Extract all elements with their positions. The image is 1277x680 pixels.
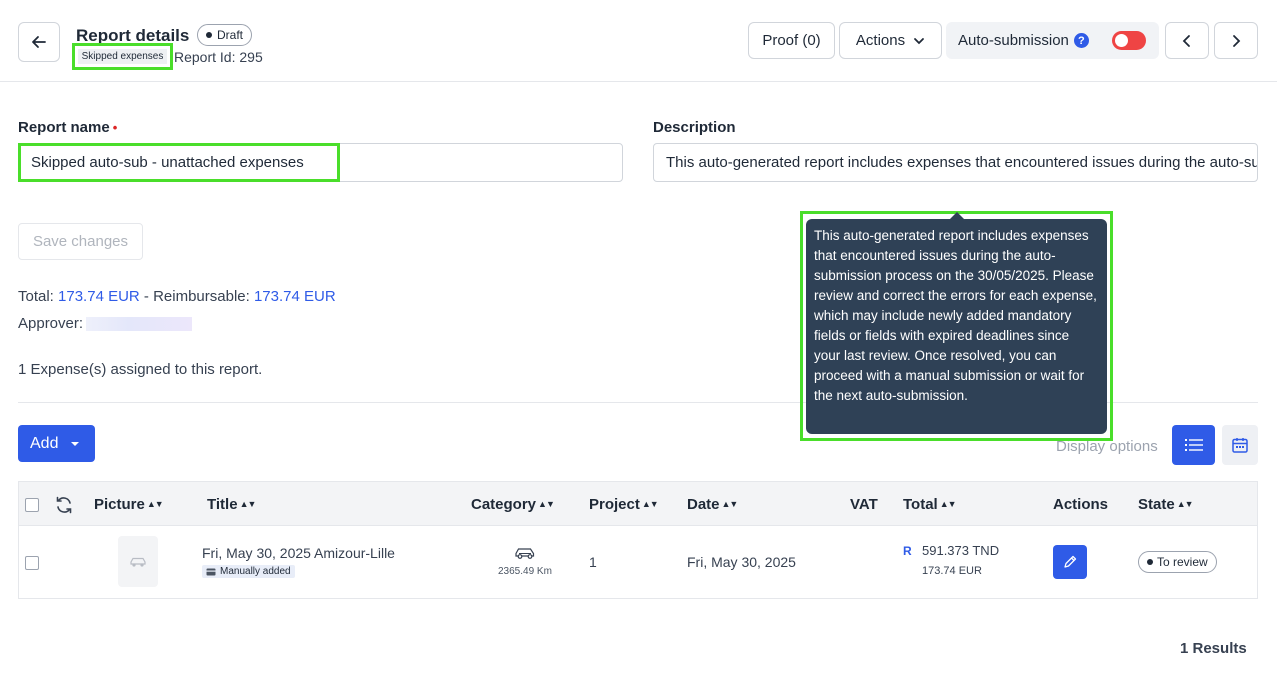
skipped-expenses-label: Skipped expenses <box>77 49 168 64</box>
distance-value: 2365.49 Km <box>498 566 552 577</box>
column-date-label: Date <box>687 496 720 513</box>
sort-icon: ▲▼ <box>538 499 555 509</box>
back-button[interactable] <box>18 22 60 62</box>
reimbursable-marker: R <box>903 544 912 558</box>
select-all-checkbox[interactable] <box>25 498 39 512</box>
manually-added-label: Manually added <box>220 566 291 577</box>
description-tooltip: This auto-generated report includes expe… <box>806 219 1107 434</box>
approver-label: Approver: <box>18 315 84 332</box>
project-value: 1 <box>589 554 597 570</box>
sort-icon: ▲▼ <box>146 499 164 509</box>
calendar-icon <box>1232 438 1248 453</box>
approver-line: Approver: <box>18 315 193 332</box>
report-id: Report Id: 295 <box>174 49 263 65</box>
edit-expense-button[interactable] <box>1053 545 1087 579</box>
save-changes-button[interactable]: Save changes <box>18 223 143 260</box>
column-state-label: State <box>1138 496 1175 513</box>
column-project[interactable]: Project ▲▼ <box>589 496 659 513</box>
column-picture-label: Picture <box>94 496 145 513</box>
results-count: 1 Results <box>1180 640 1247 657</box>
total-label: Total: <box>18 288 59 305</box>
manually-added-badge: Manually added <box>202 565 295 578</box>
reimbursable-label: - Reimbursable: <box>139 288 254 305</box>
report-name-label: Report name • <box>18 119 117 136</box>
sort-icon: ▲▼ <box>239 499 257 509</box>
state-dot-icon <box>1147 559 1153 565</box>
totals-line: Total: 173.74 EUR - Reimbursable: 173.74… <box>18 288 336 305</box>
report-name-label-text: Report name <box>18 119 110 136</box>
required-marker: • <box>112 120 118 135</box>
list-icon <box>1184 439 1203 451</box>
caret-down-icon <box>71 441 80 446</box>
arrow-left-icon <box>32 36 46 48</box>
column-category[interactable]: Category ▲▼ <box>471 496 555 513</box>
previous-report-button[interactable] <box>1165 22 1209 59</box>
reimbursable-value: 173.74 EUR <box>253 288 336 305</box>
auto-submission-label: Auto-submission <box>958 32 1069 49</box>
table-row[interactable]: Fri, May 30, 2025 Amizour-Lille Manually… <box>18 526 1258 599</box>
chevron-down-icon <box>914 37 924 44</box>
expense-picture[interactable] <box>118 536 158 587</box>
sort-icon: ▲▼ <box>1176 499 1194 509</box>
tooltip-arrow <box>950 212 964 219</box>
chevron-right-icon <box>1233 34 1241 47</box>
row-checkbox[interactable] <box>25 556 39 570</box>
sort-icon: ▲▼ <box>641 499 659 509</box>
column-title-label: Title <box>207 496 238 513</box>
total-value: 173.74 EUR <box>58 288 140 305</box>
column-total-label: Total <box>903 496 938 513</box>
date-value: Fri, May 30, 2025 <box>687 554 796 570</box>
toggle-knob <box>1115 34 1128 47</box>
next-report-button[interactable] <box>1214 22 1258 59</box>
column-vat: VAT <box>850 496 878 513</box>
column-category-label: Category <box>471 496 537 513</box>
add-expense-button[interactable]: Add <box>18 425 95 462</box>
state-label: To review <box>1157 555 1208 569</box>
status-label: Draft <box>217 28 244 42</box>
description-input[interactable]: This auto-generated report includes expe… <box>653 143 1258 182</box>
proof-button[interactable]: Proof (0) <box>748 22 835 59</box>
help-icon[interactable]: ? <box>1073 33 1089 48</box>
column-title[interactable]: Title ▲▼ <box>207 496 257 513</box>
car-placeholder-icon <box>130 557 146 567</box>
refresh-icon[interactable] <box>54 495 74 515</box>
status-dot-icon <box>206 32 212 38</box>
auto-submission-toggle[interactable] <box>1112 31 1146 50</box>
column-picture[interactable]: Picture ▲▼ <box>94 496 164 513</box>
assigned-expenses-count: 1 Expense(s) assigned to this report. <box>18 361 263 378</box>
car-icon <box>515 548 535 559</box>
column-total[interactable]: Total ▲▼ <box>903 496 957 513</box>
pencil-icon <box>1064 555 1077 568</box>
chevron-left-icon <box>1182 34 1190 47</box>
table-header: Picture ▲▼ Title ▲▼ Category ▲▼ Project ▲▼ D… <box>18 481 1258 526</box>
report-name-input[interactable]: Skipped auto-sub - unattached expenses <box>18 143 623 182</box>
calendar-view-button[interactable] <box>1222 425 1258 465</box>
total-primary: 591.373 TND <box>922 543 1000 558</box>
column-state[interactable]: State ▲▼ <box>1138 496 1194 513</box>
add-label: Add <box>30 434 59 452</box>
report-header: Report details Draft Skipped expenses Re… <box>0 0 1277 82</box>
total-secondary: 173.74 EUR <box>922 565 982 577</box>
approver-name-redacted <box>86 316 193 331</box>
description-label: Description <box>653 119 736 136</box>
sort-icon: ▲▼ <box>939 499 957 509</box>
actions-dropdown-button[interactable]: Actions <box>839 22 942 59</box>
sort-icon: ▲▼ <box>721 499 739 509</box>
status-badge: Draft <box>197 24 253 46</box>
auto-submission-control: Auto-submission ? <box>946 22 1159 59</box>
actions-label: Actions <box>855 32 906 49</box>
list-view-button[interactable] <box>1172 425 1215 465</box>
state-badge: To review <box>1138 551 1217 573</box>
column-actions: Actions <box>1053 496 1109 513</box>
expense-title[interactable]: Fri, May 30, 2025 Amizour-Lille <box>202 545 395 561</box>
skipped-expenses-tag: Skipped expenses <box>72 43 173 70</box>
card-icon <box>206 568 216 575</box>
column-date[interactable]: Date ▲▼ <box>687 496 739 513</box>
column-project-label: Project <box>589 496 640 513</box>
